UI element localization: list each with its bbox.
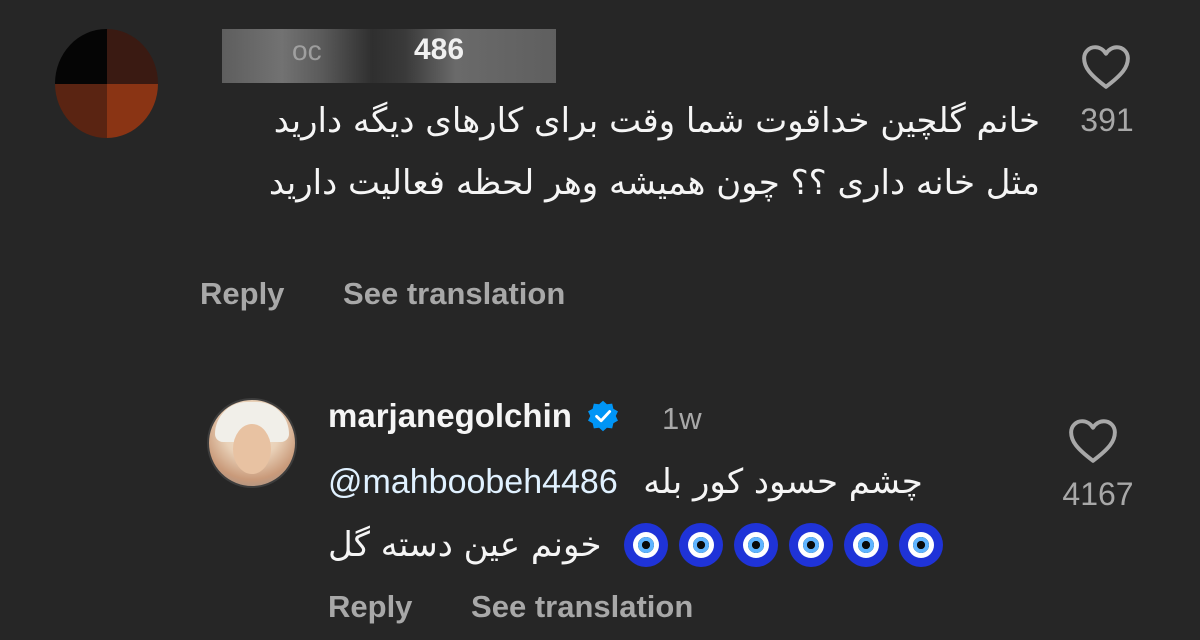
- username-faint-text: oc: [292, 35, 322, 66]
- reply-text-line-2: خونم عین دسته گل: [328, 523, 954, 567]
- nazar-amulet-icon: [843, 523, 888, 567]
- reply-username[interactable]: marjanegolchin: [328, 397, 572, 435]
- commenter-username-redacted[interactable]: oc 486: [222, 29, 556, 83]
- commenter-avatar[interactable]: [55, 29, 158, 138]
- comment-text: خانم گلچین خداقوت شما وقت برای کارهای دی…: [268, 101, 1040, 203]
- username-visible-text: 486: [414, 33, 465, 66]
- reply-text-fa-1: چشم حسود کور بله: [643, 462, 923, 502]
- nazar-amulet-icon: [733, 523, 778, 567]
- comment-like: 391: [1078, 44, 1134, 139]
- reply-text-line-1: @mahboobeh4486 چشم حسود کور بله: [328, 462, 923, 502]
- reply-author[interactable]: marjanegolchin: [328, 397, 620, 435]
- see-translation-button[interactable]: See translation: [343, 276, 565, 311]
- verified-badge-icon: [587, 400, 618, 432]
- reply-like: 4167: [1054, 418, 1144, 513]
- like-count: 4167: [1062, 476, 1134, 512]
- reply-button[interactable]: Reply: [328, 589, 412, 624]
- reply-text-fa-2: خونم عین دسته گل: [328, 525, 602, 565]
- like-count: 391: [1080, 102, 1134, 138]
- reply-actions: Reply See translation: [328, 589, 743, 625]
- heart-icon[interactable]: [1068, 418, 1118, 464]
- reply-author-avatar[interactable]: [207, 398, 297, 488]
- nazar-amulet-icon: [788, 523, 833, 567]
- reply-button[interactable]: Reply: [200, 276, 284, 311]
- see-translation-button[interactable]: See translation: [471, 589, 693, 624]
- nazar-amulet-icon: [623, 523, 668, 567]
- mention-link[interactable]: @mahboobeh4486: [328, 463, 618, 501]
- comments-thread: oc 486 خانم گلچین خداقوت شما وقت برای کا…: [0, 0, 1200, 640]
- reply-timestamp: 1w: [662, 401, 702, 436]
- nazar-amulet-icon: [898, 523, 943, 567]
- heart-icon[interactable]: [1081, 44, 1131, 90]
- comment-actions: Reply See translation: [200, 276, 615, 312]
- nazar-amulet-icon: [678, 523, 723, 567]
